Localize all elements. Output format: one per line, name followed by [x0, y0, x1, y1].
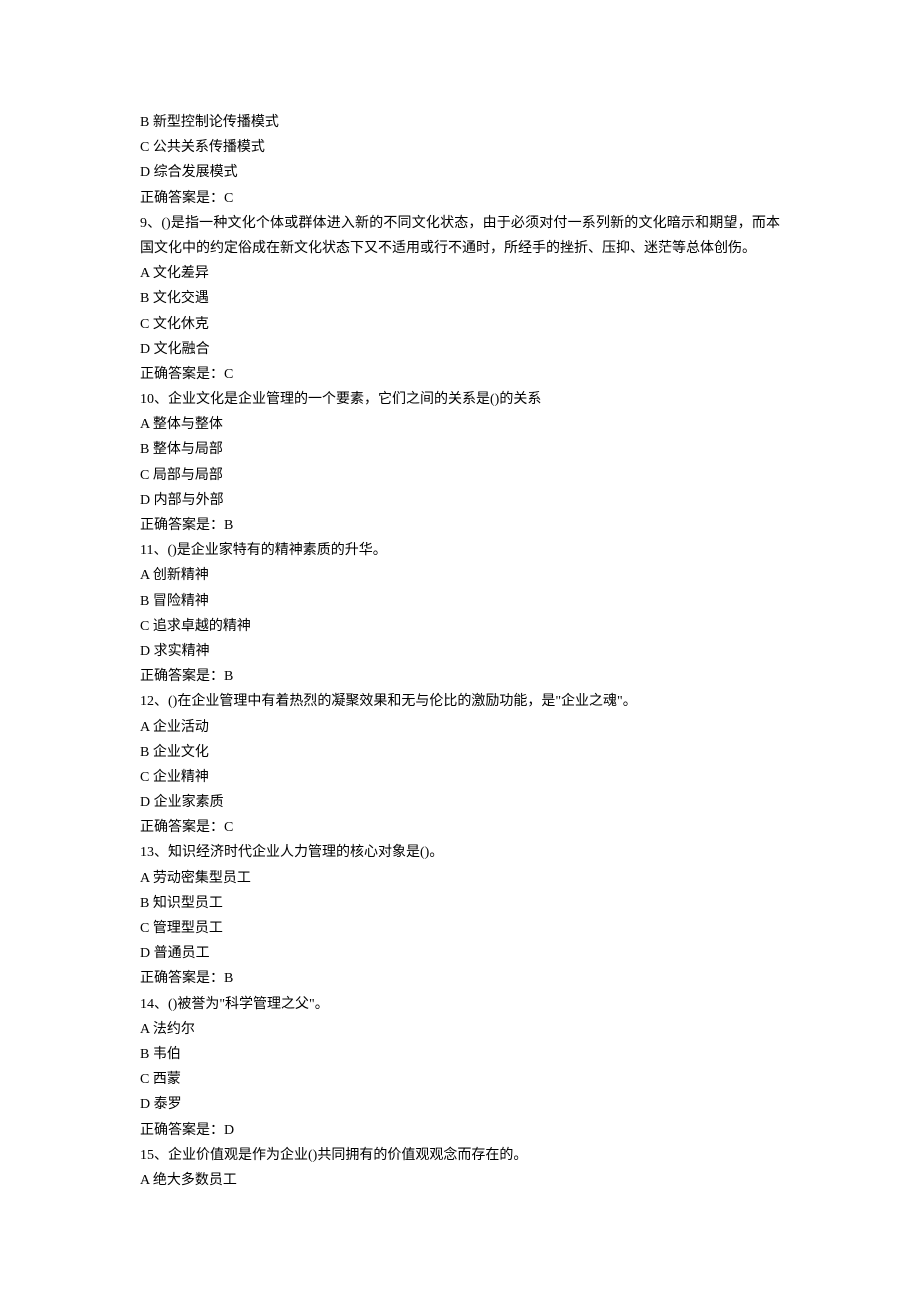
text-line: B 知识型员工 — [140, 891, 780, 916]
text-line: 正确答案是：B — [140, 513, 780, 538]
text-line: B 整体与局部 — [140, 437, 780, 462]
text-line: 12、()在企业管理中有着热烈的凝聚效果和无与伦比的激励功能，是"企业之魂"。 — [140, 689, 780, 714]
text-line: 正确答案是：B — [140, 664, 780, 689]
text-line: A 文化差异 — [140, 261, 780, 286]
text-line: B 企业文化 — [140, 740, 780, 765]
text-line: D 求实精神 — [140, 639, 780, 664]
text-line: 正确答案是：C — [140, 186, 780, 211]
text-line: D 文化融合 — [140, 337, 780, 362]
text-line: C 西蒙 — [140, 1067, 780, 1092]
text-line: A 企业活动 — [140, 715, 780, 740]
text-line: C 局部与局部 — [140, 463, 780, 488]
text-line: C 追求卓越的精神 — [140, 614, 780, 639]
text-line: C 管理型员工 — [140, 916, 780, 941]
text-line: B 新型控制论传播模式 — [140, 110, 780, 135]
text-line: C 文化休克 — [140, 312, 780, 337]
text-line: A 劳动密集型员工 — [140, 866, 780, 891]
text-line: 正确答案是：C — [140, 815, 780, 840]
text-line: D 内部与外部 — [140, 488, 780, 513]
text-line: A 绝大多数员工 — [140, 1168, 780, 1193]
text-line: A 创新精神 — [140, 563, 780, 588]
text-line: 9、()是指一种文化个体或群体进入新的不同文化状态，由于必须对付一系列新的文化暗… — [140, 211, 780, 261]
text-line: B 韦伯 — [140, 1042, 780, 1067]
text-line: D 综合发展模式 — [140, 160, 780, 185]
text-line: C 企业精神 — [140, 765, 780, 790]
text-line: A 整体与整体 — [140, 412, 780, 437]
text-line: B 文化交遇 — [140, 286, 780, 311]
text-line: 14、()被誉为"科学管理之父"。 — [140, 992, 780, 1017]
text-line: 10、企业文化是企业管理的一个要素，它们之间的关系是()的关系 — [140, 387, 780, 412]
text-line: B 冒险精神 — [140, 589, 780, 614]
text-line: D 泰罗 — [140, 1092, 780, 1117]
text-line: 15、企业价值观是作为企业()共同拥有的价值观观念而存在的。 — [140, 1143, 780, 1168]
text-line: 11、()是企业家特有的精神素质的升华。 — [140, 538, 780, 563]
text-line: 正确答案是：D — [140, 1118, 780, 1143]
text-line: 正确答案是：B — [140, 966, 780, 991]
text-line: D 普通员工 — [140, 941, 780, 966]
text-line: 正确答案是：C — [140, 362, 780, 387]
text-line: 13、知识经济时代企业人力管理的核心对象是()。 — [140, 840, 780, 865]
text-line: A 法约尔 — [140, 1017, 780, 1042]
document-body: B 新型控制论传播模式C 公共关系传播模式D 综合发展模式正确答案是：C9、()… — [140, 110, 780, 1193]
text-line: C 公共关系传播模式 — [140, 135, 780, 160]
text-line: D 企业家素质 — [140, 790, 780, 815]
